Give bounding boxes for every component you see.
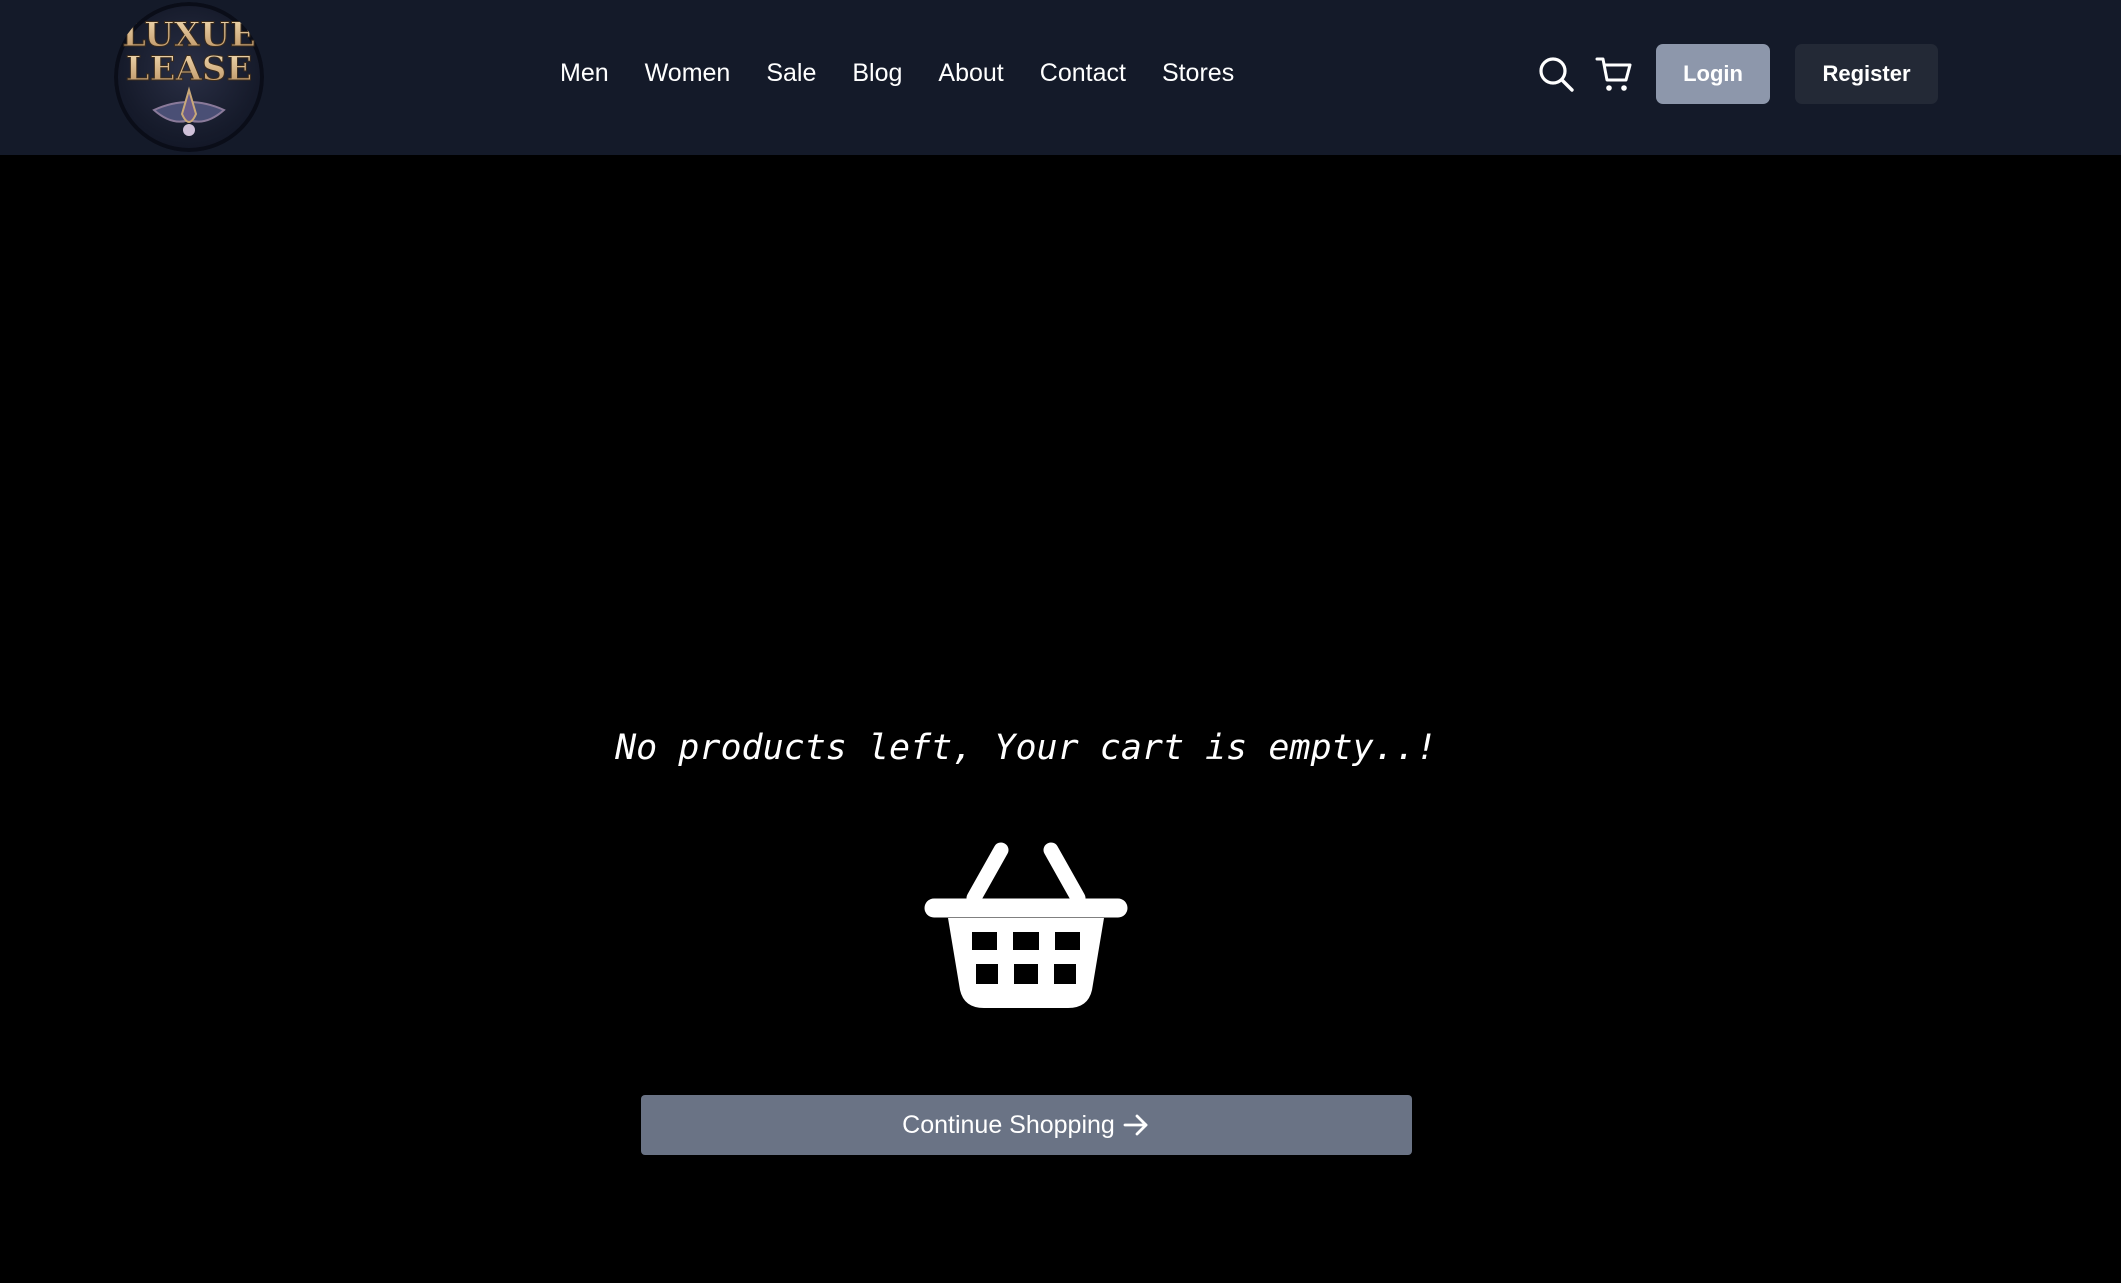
register-button[interactable]: Register (1795, 44, 1938, 104)
logo-line2: LEASE (126, 49, 253, 89)
continue-shopping-label: Continue Shopping (902, 1110, 1115, 1139)
nav-link-about[interactable]: About (938, 59, 1003, 88)
nav-link-men[interactable]: Men (560, 59, 609, 88)
logo-emblem-icon: LUXUE LEASE (114, 2, 264, 152)
nav-link-contact[interactable]: Contact (1040, 59, 1126, 88)
navbar: LUXUE LEASE Men Women Sale Blog About Co… (0, 0, 2121, 155)
nav-link-blog[interactable]: Blog (852, 59, 902, 88)
nav-link-women[interactable]: Women (645, 59, 731, 88)
search-button[interactable] (1536, 54, 1576, 94)
nav-link-stores[interactable]: Stores (1162, 59, 1234, 88)
main-nav: Men Women Sale Blog About Contact Stores (560, 48, 1270, 98)
basket-illustration (924, 842, 1128, 1012)
nav-link-sale[interactable]: Sale (766, 59, 816, 88)
continue-shopping-button[interactable]: Continue Shopping (641, 1095, 1412, 1155)
search-icon (1539, 57, 1574, 92)
empty-cart-message: No products left, Your cart is empty..! (615, 728, 1437, 768)
arrow-right-icon (1123, 1114, 1148, 1136)
cart-icon (1595, 57, 1632, 91)
brand-logo[interactable]: LUXUE LEASE (114, 2, 264, 152)
basket-icon (924, 842, 1128, 1008)
login-button[interactable]: Login (1656, 44, 1770, 104)
cart-button[interactable] (1594, 54, 1634, 94)
